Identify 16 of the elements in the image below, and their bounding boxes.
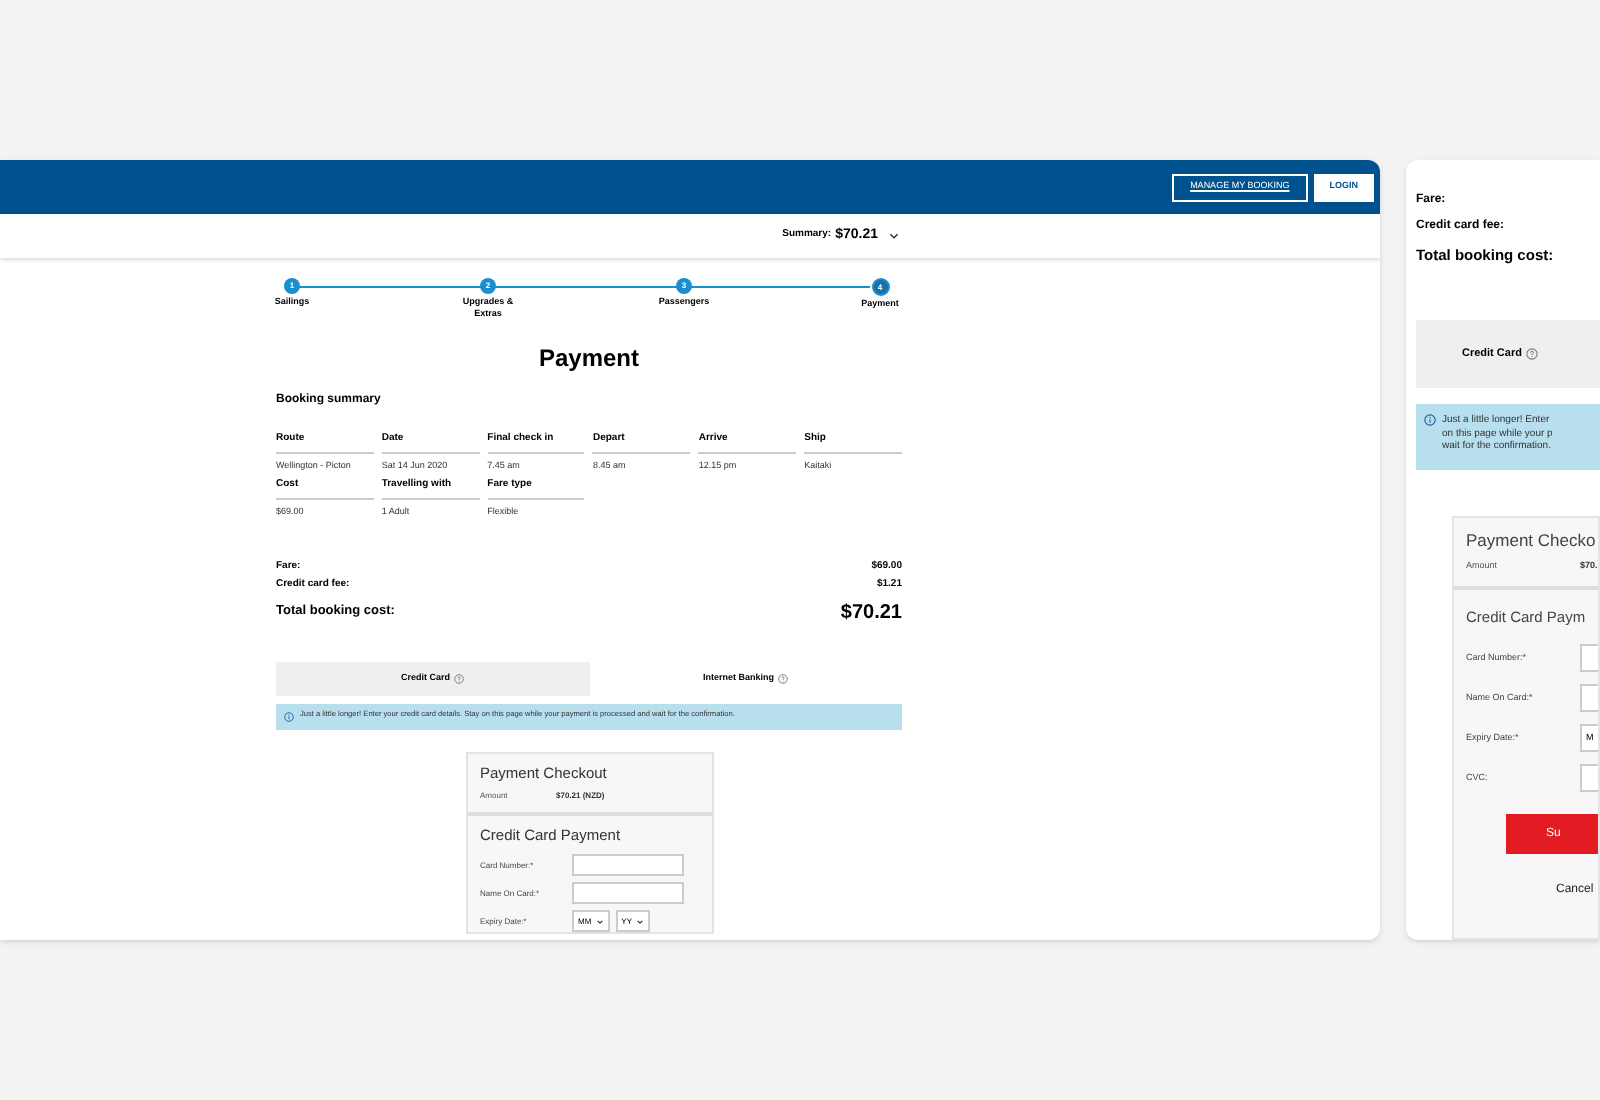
info-icon [1424,414,1436,427]
text-field[interactable] [1580,764,1598,792]
help-icon [778,673,788,683]
info-icon [284,711,294,721]
text-field[interactable] [1580,684,1598,712]
chevron-down-icon [636,917,645,925]
cost-value: $70.21 [840,599,902,627]
help-icon [454,673,464,683]
text-field[interactable] [572,854,684,876]
checkout-title: Payment Checko [1466,528,1598,554]
page-title: Payment [536,342,642,376]
text-field[interactable] [1580,644,1598,672]
text-field[interactable] [572,882,684,904]
chevron-down-icon[interactable] [888,230,900,242]
help-icon [1525,348,1538,361]
chevron-down-icon [595,917,604,925]
